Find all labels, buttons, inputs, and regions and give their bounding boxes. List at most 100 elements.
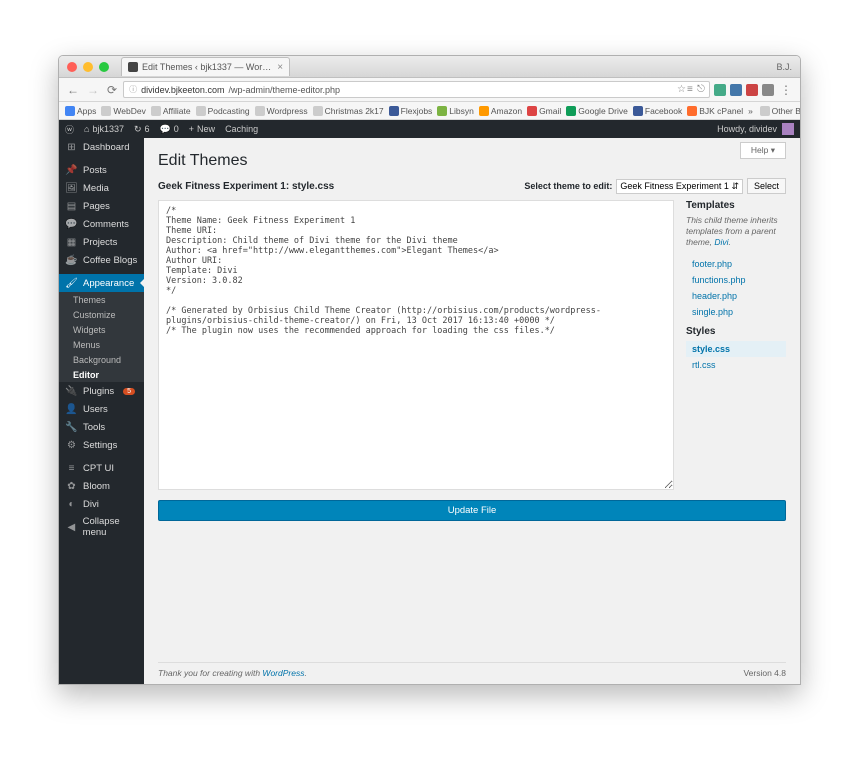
style-file-link[interactable]: style.css bbox=[686, 341, 786, 357]
menu-comments[interactable]: 💬Comments bbox=[59, 215, 144, 233]
browser-profile[interactable]: B.J. bbox=[776, 62, 792, 72]
menu-users[interactable]: 👤Users bbox=[59, 400, 144, 418]
star-icon[interactable]: ☆ bbox=[677, 84, 684, 95]
menu-dashboard[interactable]: ⊞Dashboard bbox=[59, 138, 144, 156]
site-link[interactable]: ⌂ bjk1337 bbox=[84, 124, 124, 134]
menu-media[interactable]: 🖼Media bbox=[59, 179, 144, 197]
bookmark[interactable]: Libsyn bbox=[437, 106, 474, 116]
pin-icon: 📌 bbox=[66, 165, 77, 176]
file-heading: Geek Fitness Experiment 1: style.css bbox=[158, 181, 334, 192]
bookmark[interactable]: Gmail bbox=[527, 106, 561, 116]
bookmark[interactable]: Affiliate bbox=[151, 106, 191, 116]
update-badge: 5 bbox=[123, 388, 135, 395]
menu-appearance[interactable]: 🖌Appearance bbox=[59, 274, 144, 292]
menu-plugins[interactable]: 🔌Plugins5 bbox=[59, 382, 144, 400]
tools-icon: 🔧 bbox=[66, 422, 77, 433]
tab-title: Edit Themes ‹ bjk1337 — Wor… bbox=[142, 62, 271, 72]
avatar[interactable] bbox=[782, 123, 794, 135]
nav-forward-icon: → bbox=[85, 83, 101, 97]
template-file-link[interactable]: header.php bbox=[686, 288, 786, 304]
bookmark[interactable]: Flexjobs bbox=[389, 106, 433, 116]
parent-theme-link[interactable]: Divi bbox=[714, 237, 728, 247]
browser-toolbar: ← → ⟳ ⓘ dividev.bjkeeton.com/wp-admin/th… bbox=[59, 78, 800, 102]
collapse-menu[interactable]: ◀Collapse menu bbox=[59, 518, 144, 536]
wordpress-link[interactable]: WordPress bbox=[262, 668, 304, 678]
dashboard-icon: ⊞ bbox=[66, 142, 77, 153]
menu-coffee-blogs[interactable]: ☕Coffee Blogs bbox=[59, 251, 144, 269]
version-label: Version 4.8 bbox=[743, 668, 786, 678]
nav-reload-icon[interactable]: ⟳ bbox=[105, 83, 119, 97]
submenu-customize[interactable]: Customize bbox=[59, 307, 144, 322]
window-close-icon[interactable] bbox=[67, 62, 77, 72]
admin-footer: Thank you for creating with WordPress. V… bbox=[158, 662, 786, 684]
admin-sidebar: ⊞Dashboard 📌Posts 🖼Media ▤Pages 💬Comment… bbox=[59, 138, 144, 684]
submenu-editor[interactable]: Editor bbox=[59, 367, 144, 382]
projects-icon: ▦ bbox=[66, 237, 77, 248]
window-minimize-icon[interactable] bbox=[83, 62, 93, 72]
template-file-link[interactable]: single.php bbox=[686, 304, 786, 320]
submenu-menus[interactable]: Menus bbox=[59, 337, 144, 352]
page-title: Edit Themes bbox=[158, 152, 786, 170]
browser-tab[interactable]: Edit Themes ‹ bjk1337 — Wor… × bbox=[121, 57, 290, 76]
omnibox-actions: ☆≡⎋ bbox=[677, 84, 704, 95]
apps-shortcut[interactable]: Apps bbox=[65, 106, 96, 116]
submenu-background[interactable]: Background bbox=[59, 352, 144, 367]
menu-cptui[interactable]: ≡CPT UI bbox=[59, 459, 144, 477]
bookmark-overflow[interactable]: » Other Bookmarks bbox=[748, 106, 800, 116]
window-zoom-icon[interactable] bbox=[99, 62, 109, 72]
updates-link[interactable]: ↻ 6 bbox=[134, 124, 150, 135]
code-editor[interactable]: /* Theme Name: Geek Fitness Experiment 1… bbox=[158, 200, 674, 490]
favicon-icon bbox=[128, 62, 138, 72]
help-tab[interactable]: Help ▾ bbox=[740, 142, 786, 159]
extension-icon[interactable] bbox=[762, 84, 774, 96]
bookmark[interactable]: Podcasting bbox=[196, 106, 250, 116]
wp-logo-icon[interactable]: ⓦ bbox=[65, 123, 74, 136]
collapse-icon: ◀ bbox=[66, 522, 77, 533]
style-file-link[interactable]: rtl.css bbox=[686, 357, 786, 373]
menu-posts[interactable]: 📌Posts bbox=[59, 161, 144, 179]
howdy-user[interactable]: Howdy, dividev bbox=[717, 124, 777, 134]
wp-admin-bar: ⓦ ⌂ bjk1337 ↻ 6 💬 0 + New Caching Howdy,… bbox=[59, 120, 800, 138]
template-file-link[interactable]: footer.php bbox=[686, 256, 786, 272]
info-icon[interactable]: ⓘ bbox=[129, 84, 137, 95]
templates-heading: Templates bbox=[686, 200, 786, 211]
bookmark[interactable]: Wordpress bbox=[255, 106, 308, 116]
cpt-icon: ≡ bbox=[66, 463, 77, 474]
plugin-icon: 🔌 bbox=[66, 386, 77, 397]
window-titlebar: Edit Themes ‹ bjk1337 — Wor… × B.J. bbox=[59, 56, 800, 78]
bookmark[interactable]: Facebook bbox=[633, 106, 682, 116]
menu-settings[interactable]: ⚙Settings bbox=[59, 436, 144, 454]
extension-icon[interactable] bbox=[714, 84, 726, 96]
select-theme-button[interactable]: Select bbox=[747, 178, 786, 194]
bookmark[interactable]: Amazon bbox=[479, 106, 522, 116]
bookmark[interactable]: Christmas 2k17 bbox=[313, 106, 384, 116]
extension-icon[interactable] bbox=[746, 84, 758, 96]
tab-close-icon[interactable]: × bbox=[277, 62, 283, 73]
template-file-link[interactable]: functions.php bbox=[686, 272, 786, 288]
omnibox[interactable]: ⓘ dividev.bjkeeton.com/wp-admin/theme-ed… bbox=[123, 81, 710, 98]
bloom-icon: ✿ bbox=[66, 481, 77, 492]
comments-link[interactable]: 💬 0 bbox=[160, 124, 179, 135]
new-content-link[interactable]: + New bbox=[189, 124, 215, 134]
browser-window: Edit Themes ‹ bjk1337 — Wor… × B.J. ← → … bbox=[58, 55, 801, 685]
caching-link[interactable]: Caching bbox=[225, 124, 258, 134]
menu-divi[interactable]: ◐Divi bbox=[59, 495, 144, 513]
theme-select-label: Select theme to edit: bbox=[524, 181, 612, 191]
menu-tools[interactable]: 🔧Tools bbox=[59, 418, 144, 436]
update-file-button[interactable]: Update File bbox=[158, 500, 786, 521]
submenu-appearance: Themes Customize Widgets Menus Backgroun… bbox=[59, 292, 144, 382]
submenu-widgets[interactable]: Widgets bbox=[59, 322, 144, 337]
menu-pages[interactable]: ▤Pages bbox=[59, 197, 144, 215]
bookmark[interactable]: WebDev bbox=[101, 106, 145, 116]
bookmark[interactable]: BJK cPanel bbox=[687, 106, 743, 116]
settings-icon: ⚙ bbox=[66, 440, 77, 451]
nav-back-icon[interactable]: ← bbox=[65, 83, 81, 97]
theme-select[interactable]: Geek Fitness Experiment 1 ⇵ bbox=[616, 179, 743, 194]
extension-icon[interactable] bbox=[730, 84, 742, 96]
bookmark[interactable]: Google Drive bbox=[566, 106, 628, 116]
submenu-themes[interactable]: Themes bbox=[59, 292, 144, 307]
divi-icon: ◐ bbox=[66, 499, 77, 510]
menu-projects[interactable]: ▦Projects bbox=[59, 233, 144, 251]
browser-menu-icon[interactable]: ⋮ bbox=[778, 83, 794, 97]
menu-bloom[interactable]: ✿Bloom bbox=[59, 477, 144, 495]
